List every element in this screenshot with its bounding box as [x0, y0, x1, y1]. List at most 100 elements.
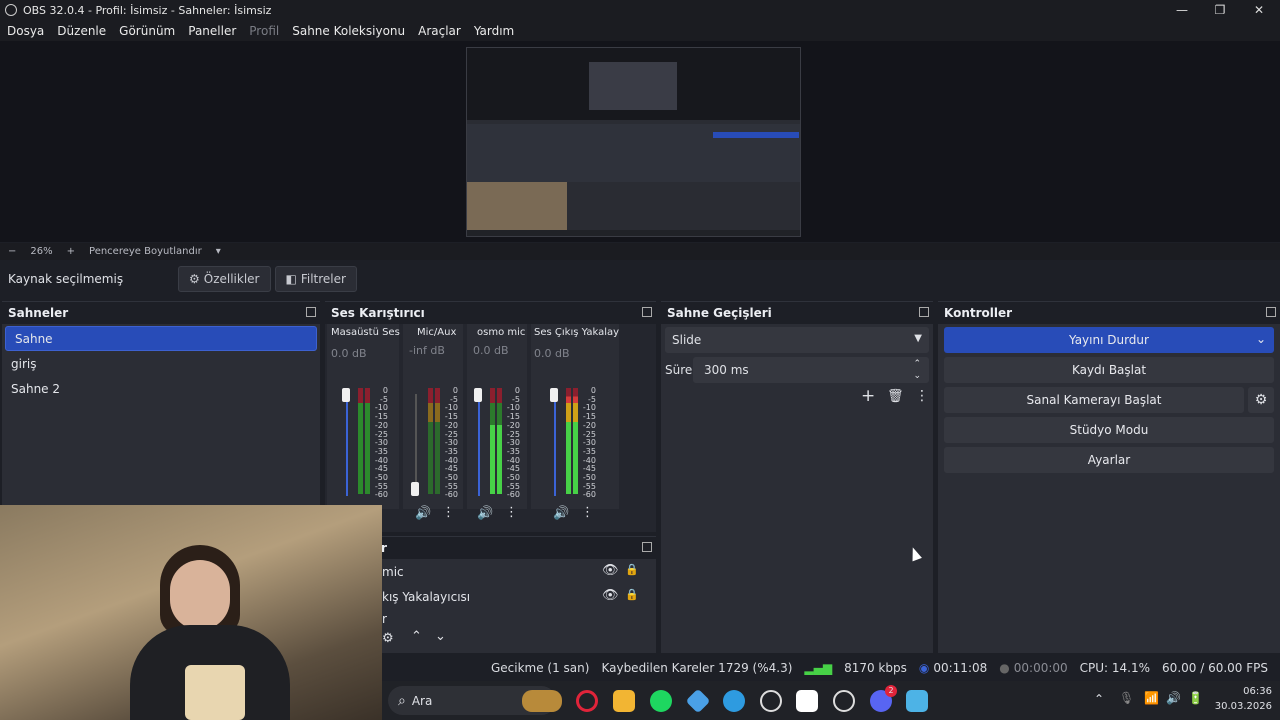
level-meter	[435, 388, 440, 494]
filters-button[interactable]: ◧ Filtreler	[274, 266, 357, 292]
signal-bars-icon: ▂▄▆	[804, 661, 833, 675]
capcut-icon[interactable]	[796, 690, 818, 712]
volume-fader-handle[interactable]	[342, 388, 350, 402]
microphone-icon[interactable]: 🎙	[1119, 691, 1134, 705]
discord-icon[interactable]: 2	[870, 685, 897, 712]
clock-time[interactable]: 06:36	[1228, 686, 1272, 697]
scene-item-sahne-2[interactable]: Sahne 2	[2, 376, 320, 401]
more-options-icon[interactable]: ⋮	[442, 505, 455, 520]
edge-icon[interactable]	[723, 690, 745, 712]
zoom-out-button[interactable]: −	[8, 246, 16, 257]
weather-widget-icon[interactable]	[522, 690, 562, 712]
audio-mixer-dock: Ses Karıştırıcı Masaüstü Ses 2 0.0 dB 0-…	[325, 301, 656, 532]
float-dock-icon[interactable]	[919, 307, 929, 317]
move-up-icon[interactable]: ⌃	[411, 629, 422, 644]
window-title: OBS 32.0.4 - Profil: İsimsiz - Sahneler:…	[23, 3, 272, 17]
studio-mode-button[interactable]: Stüdyo Modu	[944, 417, 1274, 443]
scenes-title: Sahneler	[8, 306, 69, 320]
duration-input[interactable]: 300 ms ⌃ ⌄	[693, 357, 929, 383]
start-virtual-camera-button[interactable]: Sanal Kamerayı Başlat	[944, 387, 1244, 413]
scenes-header: Sahneler	[2, 302, 320, 324]
gear-icon[interactable]: ⚙	[382, 631, 394, 646]
dropped-frames-status: Kaybedilen Kareler 1729 (%4.3)	[601, 661, 793, 675]
search-icon: ⌕	[398, 692, 406, 709]
chevron-down-icon[interactable]: ⌄	[1256, 332, 1266, 346]
mixer-channel: Masaüstü Ses 2 0.0 dB 0 -5 -10 -15 -20 -25 -30…	[327, 324, 409, 521]
volume-fader-handle[interactable]	[411, 482, 419, 496]
add-transition-icon[interactable]: +	[861, 386, 875, 406]
menu-scene-collection[interactable]: Sahne Koleksiyonu	[292, 24, 405, 38]
more-options-icon[interactable]: ⋮	[581, 505, 594, 520]
spinner-icon[interactable]: ⌃ ⌄	[913, 358, 921, 382]
start-recording-button[interactable]: Kaydı Başlat	[944, 357, 1274, 383]
delete-transition-icon[interactable]: 🗑	[887, 389, 904, 404]
wifi-icon[interactable]: 📶	[1144, 691, 1159, 705]
level-meter	[358, 388, 363, 494]
scale-mode-dropdown-icon[interactable]: ▾	[216, 246, 221, 257]
preview-canvas[interactable]	[0, 41, 1280, 242]
volume-icon[interactable]: 🔊	[1166, 691, 1181, 705]
level-meter	[365, 388, 370, 494]
zoom-in-button[interactable]: +	[67, 246, 75, 257]
notification-badge: 2	[885, 685, 897, 697]
more-options-icon[interactable]: ⋮	[915, 388, 929, 404]
menu-edit[interactable]: Düzenle	[57, 24, 106, 38]
obs-taskbar-icon[interactable]	[833, 690, 855, 712]
channel-name: osmo mic	[477, 327, 526, 338]
app-icon[interactable]	[906, 690, 928, 712]
scale-mode-label[interactable]: Pencereye Boyutlandır	[89, 246, 202, 257]
lock-icon[interactable]: 🔒	[625, 563, 639, 576]
file-explorer-icon[interactable]	[613, 690, 635, 712]
level-meter	[428, 388, 433, 494]
streaming-icon: ◉	[918, 661, 930, 675]
opera-icon[interactable]	[576, 690, 598, 712]
float-dock-icon[interactable]	[306, 307, 316, 317]
scene-item-giris[interactable]: giriş	[2, 351, 320, 376]
tray-chevron-up-icon[interactable]: ⌃	[1094, 692, 1104, 706]
volume-fader-handle[interactable]	[550, 388, 558, 402]
level-meter	[497, 388, 502, 494]
visibility-eye-icon[interactable]: 👁	[602, 588, 619, 603]
channel-name: Ses Çıkış Yakalayıcıs	[534, 327, 619, 338]
media-player-icon[interactable]	[760, 690, 782, 712]
taskbar: ⌕ Ara 2 ⌃ 🎙 📶 🔊 🔋 06:36 30.03.2026	[382, 681, 1280, 720]
menu-file[interactable]: Dosya	[7, 24, 44, 38]
restore-button[interactable]: ❐	[1200, 0, 1240, 20]
more-options-icon[interactable]: ⋮	[505, 505, 518, 520]
menu-profile[interactable]: Profil	[249, 24, 279, 38]
menu-view[interactable]: Görünüm	[119, 24, 175, 38]
menu-docks[interactable]: Paneller	[188, 24, 236, 38]
float-dock-icon[interactable]	[642, 307, 652, 317]
meter-tick-label: -60	[374, 490, 388, 500]
settings-button[interactable]: Ayarlar	[944, 447, 1274, 473]
volume-fader-handle[interactable]	[474, 388, 482, 402]
stream-time: 00:11:08	[933, 661, 988, 675]
menu-help[interactable]: Yardım	[474, 24, 514, 38]
spotify-icon[interactable]	[650, 690, 672, 712]
clock-date[interactable]: 30.03.2026	[1210, 701, 1272, 712]
minimize-button[interactable]: —	[1162, 0, 1202, 20]
volume-fader[interactable]	[478, 394, 480, 496]
float-dock-icon[interactable]	[642, 542, 652, 552]
speaker-icon[interactable]: 🔊	[477, 506, 493, 521]
menu-bar: Dosya Düzenle Görünüm Paneller Profil Sa…	[0, 20, 1280, 41]
lock-icon[interactable]: 🔒	[625, 588, 639, 601]
mixer-title: Ses Karıştırıcı	[331, 306, 425, 320]
speaker-icon[interactable]: 🔊	[415, 506, 431, 521]
float-dock-icon[interactable]	[1266, 307, 1276, 317]
move-down-icon[interactable]: ⌄	[435, 629, 446, 644]
stop-streaming-button[interactable]: Yayını Durdur ⌄	[944, 327, 1274, 353]
volume-fader[interactable]	[346, 394, 348, 496]
volume-fader[interactable]	[554, 394, 556, 496]
scene-item-sahne[interactable]: Sahne	[5, 326, 317, 351]
transition-select[interactable]: Slide ▼	[665, 327, 929, 353]
visibility-eye-icon[interactable]: 👁	[602, 563, 619, 578]
speaker-icon[interactable]: 🔊	[553, 506, 569, 521]
menu-tools[interactable]: Araçlar	[418, 24, 461, 38]
battery-icon[interactable]: 🔋	[1188, 691, 1203, 705]
close-button[interactable]: ✕	[1239, 0, 1279, 20]
properties-button[interactable]: ⚙ Özellikler	[178, 266, 271, 292]
app-icon[interactable]	[685, 688, 711, 714]
volume-fader[interactable]	[415, 394, 417, 496]
vcam-settings-gear-icon[interactable]: ⚙	[1248, 387, 1274, 413]
